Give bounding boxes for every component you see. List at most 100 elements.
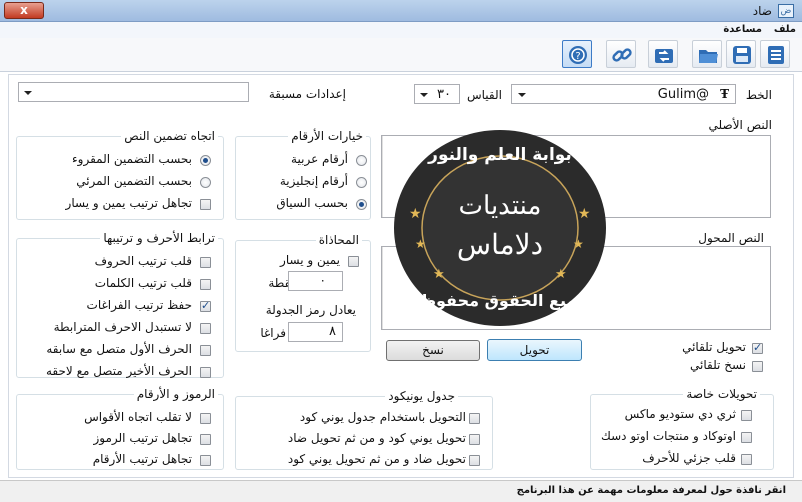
option-label: يمين و يسار bbox=[280, 253, 340, 267]
convert-button-main[interactable]: تحويل bbox=[487, 339, 582, 361]
option-label: تجاهل ترتيب الأرقام bbox=[92, 452, 192, 466]
check-dhad-then-unicode[interactable] bbox=[469, 455, 480, 466]
check-partial-reverse[interactable] bbox=[741, 454, 752, 465]
check-unicode-then-dhad[interactable] bbox=[469, 434, 480, 445]
radio-visual-embedding[interactable] bbox=[200, 177, 211, 188]
star-icon: ★ bbox=[578, 206, 591, 222]
stamp-bottom-text: جميع الحقوق محفوظة bbox=[411, 291, 589, 310]
letters-title: ترابط الأحرف و ترتيبها bbox=[100, 231, 218, 245]
check-ignore-symbols[interactable] bbox=[200, 434, 211, 445]
star-icon: ★ bbox=[409, 206, 422, 222]
check-keep-brackets[interactable] bbox=[200, 413, 211, 424]
option-label: بحسب السياق bbox=[276, 196, 348, 210]
check-3ds-max[interactable] bbox=[741, 410, 752, 421]
alignment-title: المحاذاة bbox=[315, 233, 362, 247]
check-reverse-letters[interactable] bbox=[200, 257, 211, 268]
check-reverse-words[interactable] bbox=[200, 279, 211, 290]
scrollbar[interactable] bbox=[382, 136, 392, 217]
document-icon bbox=[768, 46, 784, 64]
chevron-down-icon bbox=[420, 93, 428, 97]
check-auto-convert[interactable] bbox=[752, 341, 763, 354]
option-label: أرقام إنجليزية bbox=[279, 174, 348, 188]
spaces-label: فراغا bbox=[260, 326, 286, 340]
app-icon: ض bbox=[778, 4, 794, 18]
window-title: ضاد bbox=[752, 4, 772, 18]
check-justify[interactable] bbox=[348, 256, 359, 267]
copy-button[interactable]: نسخ bbox=[386, 340, 480, 361]
font-label: الخط bbox=[745, 88, 772, 102]
option-label: تحويل ضاد و من ثم تحويل يوني كود bbox=[287, 452, 466, 466]
size-combo[interactable]: ٣٠ bbox=[414, 84, 460, 104]
title-bar: x ضاد ض bbox=[0, 0, 802, 22]
option-label: حفظ ترتيب الفراغات bbox=[86, 298, 192, 312]
radio-english-digits[interactable] bbox=[356, 177, 367, 188]
tab-value: ٨ bbox=[329, 324, 336, 339]
special-title: تحويلات خاصة bbox=[683, 387, 760, 401]
option-label: تحويل يوني كود و من ثم تحويل ضاد bbox=[287, 431, 466, 445]
radio-arabic-digits[interactable] bbox=[356, 155, 367, 166]
close-button[interactable]: x bbox=[4, 2, 44, 19]
status-text: انقر نافذة حول لمعرفة معلومات مهمة عن هذ… bbox=[516, 485, 786, 496]
converted-text-label: النص المحول bbox=[698, 231, 764, 245]
watermark-stamp: ★ ★ ★ ★ ★ ★ بوابة العلم والنور منتديات د… bbox=[393, 128, 607, 328]
help-button[interactable]: ? bbox=[562, 40, 592, 68]
option-label: نسخ تلقائي bbox=[690, 358, 746, 372]
option-label: تجاهل ترتيب الرموز bbox=[93, 431, 192, 445]
star-icon: ★ bbox=[415, 237, 426, 251]
star-icon: ★ bbox=[573, 237, 584, 251]
save-icon bbox=[733, 46, 751, 64]
menu-help[interactable]: مساعدة bbox=[723, 24, 762, 35]
convert-button[interactable] bbox=[648, 40, 678, 68]
option-label: التحويل باستخدام جدول يوني كود bbox=[299, 410, 466, 424]
check-last-letter-joined[interactable] bbox=[200, 367, 211, 378]
dot-input[interactable]: ٠ bbox=[288, 271, 343, 291]
link-icon bbox=[612, 48, 632, 62]
presets-label: إعدادات مسبقة bbox=[268, 87, 346, 101]
option-label: أرقام عربية bbox=[291, 152, 348, 166]
font-value: Gulim@ bbox=[657, 87, 709, 102]
document-button[interactable] bbox=[760, 40, 790, 68]
toolbar: ? bbox=[0, 38, 802, 72]
tab-spaces-input[interactable]: ٨ bbox=[288, 322, 343, 342]
size-label: القياس bbox=[467, 88, 502, 102]
menu-file[interactable]: ملف bbox=[774, 24, 796, 35]
star-icon: ★ bbox=[433, 267, 445, 282]
symbols-title: الرموز و الأرقام bbox=[133, 387, 218, 401]
option-label: لا تستبدل الاحرف المترابطة bbox=[53, 320, 192, 334]
save-button[interactable] bbox=[726, 40, 756, 68]
tab-label: يعادل رمز الجدولة bbox=[265, 303, 356, 317]
stamp-top-text: بوابة العلم والنور bbox=[427, 145, 572, 165]
option-label: اوتوكاد و منتجات اوتو دسك bbox=[601, 429, 736, 443]
check-keep-spaces[interactable] bbox=[200, 299, 211, 312]
stamp-middle-text: منتديات bbox=[459, 191, 542, 221]
option-label: بحسب التضمين المقروء bbox=[72, 152, 192, 166]
check-ignore-numbers[interactable] bbox=[200, 455, 211, 466]
check-no-ligature-replace[interactable] bbox=[200, 323, 211, 334]
check-ignore-ltr-order[interactable] bbox=[200, 199, 211, 210]
star-icon: ★ bbox=[555, 267, 567, 282]
check-first-letter-joined[interactable] bbox=[200, 345, 211, 356]
open-button[interactable] bbox=[692, 40, 722, 68]
check-use-unicode-table[interactable] bbox=[469, 413, 480, 424]
option-label: ثري دي ستوديو ماكس bbox=[624, 407, 736, 421]
presets-combo[interactable] bbox=[18, 82, 249, 102]
link-button[interactable] bbox=[606, 40, 636, 68]
scrollbar[interactable] bbox=[382, 247, 392, 329]
radio-context-digits[interactable] bbox=[356, 199, 367, 210]
status-bar: انقر نافذة حول لمعرفة معلومات مهمة عن هذ… bbox=[0, 480, 802, 502]
font-combo[interactable]: Ŧ Gulim@ bbox=[511, 84, 736, 104]
check-autocad[interactable] bbox=[741, 432, 752, 443]
option-label: لا تقلب اتجاه الأقواس bbox=[84, 410, 192, 424]
check-auto-copy[interactable] bbox=[752, 361, 763, 372]
convert-icon bbox=[655, 49, 673, 63]
radio-read-embedding[interactable] bbox=[200, 155, 211, 166]
option-label: بحسب التضمين المرئي bbox=[76, 174, 192, 188]
size-value: ٣٠ bbox=[437, 87, 451, 102]
option-label: قلب ترتيب الحروف bbox=[94, 254, 192, 268]
chevron-down-icon bbox=[24, 91, 32, 95]
embed-direction-title: اتجاه تضمين النص bbox=[121, 129, 218, 143]
digits-title: خيارات الأرقام bbox=[288, 129, 366, 143]
option-label: تجاهل ترتيب يمين و يسار bbox=[65, 196, 192, 210]
dot-value: ٠ bbox=[319, 273, 326, 287]
folder-icon bbox=[699, 50, 718, 63]
